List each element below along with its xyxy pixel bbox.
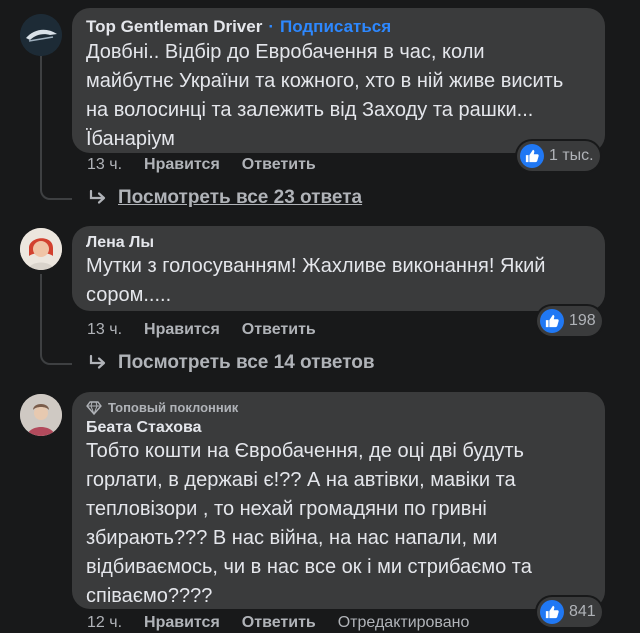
comment-author[interactable]: Беата Стахова <box>86 419 591 437</box>
like-button[interactable]: Нравится <box>144 156 220 174</box>
comment-time[interactable]: 13 ч. <box>87 156 122 174</box>
thread-line <box>40 335 72 365</box>
like-button[interactable]: Нравится <box>144 614 220 632</box>
reaction-count[interactable]: 841 <box>537 597 602 627</box>
edited-label[interactable]: Отредактировано <box>338 614 470 632</box>
comment-actions: 13 ч. Нравится Ответить <box>87 156 316 174</box>
comment-time[interactable]: 12 ч. <box>87 614 122 632</box>
reply-button[interactable]: Ответить <box>242 156 316 174</box>
thread-line <box>40 56 42 186</box>
view-replies-text: Посмотреть все 14 ответов <box>118 352 375 373</box>
comment-bubble: Топовый поклонник Беата Стахова Тобто ко… <box>72 392 605 609</box>
reaction-count-text: 1 тыс. <box>549 147 594 164</box>
comment-author[interactable]: Лена Лы <box>86 234 591 252</box>
reaction-count-text: 198 <box>569 312 596 329</box>
subscribe-dot: · <box>268 17 275 36</box>
thumbs-up-icon <box>540 309 564 333</box>
subscribe-link[interactable]: Подписаться <box>280 17 391 37</box>
comment-author[interactable]: Top Gentleman Driver <box>86 17 262 37</box>
comment-actions: 13 ч. Нравится Ответить <box>87 321 316 339</box>
thumbs-up-icon <box>540 600 564 624</box>
avatar[interactable] <box>20 14 62 56</box>
reply-arrow-icon <box>89 354 106 369</box>
comment-bubble: Top Gentleman Driver · Подписаться Довбн… <box>72 8 605 153</box>
reaction-count[interactable]: 1 тыс. <box>517 141 600 171</box>
thread-line <box>40 170 72 200</box>
view-replies-link[interactable]: Посмотреть все 14 ответов <box>88 352 375 374</box>
badge-label: Топовый поклонник <box>108 400 239 415</box>
car-logo-icon <box>20 14 62 56</box>
comment-text: Довбні.. Відбір до Евробачення в час, ко… <box>86 41 564 150</box>
comment-actions: 12 ч. Нравится Ответить Отредактировано <box>87 614 469 632</box>
like-button[interactable]: Нравится <box>144 321 220 339</box>
reply-button[interactable]: Ответить <box>242 614 316 632</box>
comment-text: Мутки з голосуванням! Жахливе виконання!… <box>86 255 546 306</box>
thumbs-up-icon <box>520 144 544 168</box>
user-photo-icon <box>20 394 62 436</box>
reply-button[interactable]: Ответить <box>242 321 316 339</box>
view-replies-link[interactable]: Посмотреть все 23 ответа <box>88 187 362 209</box>
view-replies-text: Посмотреть все 23 ответа <box>118 187 363 208</box>
comment-text: Тобто кошти на Євробачення, де оці дві б… <box>86 440 532 607</box>
comment-time[interactable]: 13 ч. <box>87 321 122 339</box>
avatar[interactable] <box>20 228 62 270</box>
comment-bubble: Лена Лы Мутки з голосуванням! Жахливе ви… <box>72 226 605 311</box>
avatar[interactable] <box>20 394 62 436</box>
reaction-count[interactable]: 198 <box>537 306 602 336</box>
reply-arrow-icon <box>89 189 106 204</box>
diamond-icon <box>86 400 102 415</box>
reaction-count-text: 841 <box>569 603 596 620</box>
top-fan-badge: Топовый поклонник <box>86 400 591 415</box>
user-photo-icon <box>20 228 62 270</box>
